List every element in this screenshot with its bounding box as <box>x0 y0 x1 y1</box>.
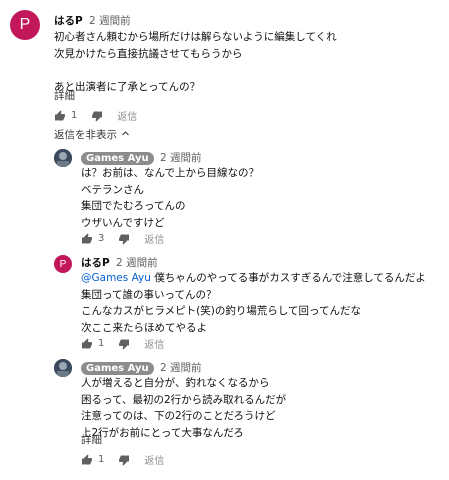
author-name[interactable]: Games Ayu <box>81 362 154 375</box>
comment-text: は？お前は、なんで上から目線なの？ ベテランさん 集団でたむろってんの ウザいん… <box>81 165 259 231</box>
comment-line: ベテランさん <box>81 183 144 196</box>
hide-replies-toggle[interactable]: 返信を非表示 <box>54 127 130 142</box>
author-name[interactable]: はるP <box>81 257 110 269</box>
avatar[interactable] <box>54 359 72 377</box>
comment-actions: 1 返信 <box>54 108 137 123</box>
reply-button[interactable]: 返信 <box>117 108 137 123</box>
comment-header: はるP 2 週間前 <box>54 13 131 28</box>
comment-line: 注意ってのは、下の2行のことだろうけど <box>81 410 276 422</box>
thumbs-up-icon[interactable] <box>81 338 93 350</box>
thumbs-down-icon[interactable] <box>91 110 103 122</box>
comment-line: @Games Ayu 僕ちゃんのやってる事がカスすぎるんで注意してるんだよ <box>81 270 426 287</box>
comment-line: 集団でたむろってんの <box>81 200 186 212</box>
thumbs-up-icon[interactable] <box>81 454 93 466</box>
comment-line-text: 僕ちゃんのやってる事がカスすぎるんで注意してるんだよ <box>154 272 426 284</box>
comment-line: こんなカスがヒラメピト(笑)の釣り場荒らして回ってんだな <box>81 305 362 317</box>
comment-text: 人が増えると自分が、釣れなくなるから 困るって、最初の2行から読み取れるんだが … <box>81 375 286 441</box>
comment-text: @Games Ayu 僕ちゃんのやってる事がカスすぎるんで注意してるんだよ 集団… <box>81 270 426 336</box>
comment-line: は？お前は、なんで上から目線なの？ <box>81 167 259 179</box>
comment-line: 次ここ来たらほめてやるよ <box>81 321 207 334</box>
comment-actions: 3 返信 <box>81 231 164 246</box>
mention-link[interactable]: @Games Ayu <box>81 272 151 284</box>
thumbs-down-icon[interactable] <box>118 233 130 245</box>
comment-line: あと出演者に了承とってんの？ <box>54 80 201 93</box>
timestamp[interactable]: 2 週間前 <box>160 152 202 164</box>
timestamp[interactable]: 2 週間前 <box>89 15 131 27</box>
chevron-up-icon <box>121 129 130 141</box>
avatar-image <box>54 359 72 377</box>
reply-button[interactable]: 返信 <box>144 231 164 246</box>
thumbs-down-icon[interactable] <box>118 338 130 350</box>
thumbs-down-icon[interactable] <box>118 454 130 466</box>
comment-line: 次見かけたら直接抗議させてもらうから <box>54 47 243 60</box>
like-count: 1 <box>98 454 105 465</box>
avatar-letter: P <box>19 16 31 33</box>
timestamp[interactable]: 2 週間前 <box>160 362 202 374</box>
comment-actions: 1 返信 <box>81 452 164 467</box>
comment-line: ウザいんですけど <box>81 216 165 229</box>
thumbs-up-icon[interactable] <box>81 233 93 245</box>
comment-line: 上2行がお前にとって大事なんだろ <box>81 426 244 439</box>
comment-line: 集団って誰の事いってんの？ <box>81 288 217 301</box>
author-name[interactable]: はるP <box>54 15 83 27</box>
hide-replies-label: 返信を非表示 <box>54 129 117 141</box>
like-count: 1 <box>71 110 78 121</box>
comment-line: 困るって、最初の2行から読み取れるんだが <box>81 393 287 406</box>
like-count: 3 <box>98 233 105 244</box>
timestamp[interactable]: 2 週間前 <box>116 257 158 269</box>
comment-text: 初心者さん頼むから場所だけは解らないように編集してくれ 次見かけたら直接抗議させ… <box>54 29 337 95</box>
reply-button[interactable]: 返信 <box>144 452 164 467</box>
comment-header: はるP 2 週間前 <box>81 255 158 270</box>
thumbs-up-icon[interactable] <box>54 110 66 122</box>
read-more-link[interactable]: 詳細 <box>54 88 75 103</box>
avatar[interactable]: P <box>10 10 40 40</box>
avatar-letter: P <box>59 258 67 270</box>
comment-header: Games Ayu 2 週間前 <box>81 360 202 375</box>
comment-header: Games Ayu 2 週間前 <box>81 150 202 165</box>
avatar-image <box>54 149 72 167</box>
read-more-link[interactable]: 詳細 <box>81 432 102 447</box>
avatar[interactable] <box>54 149 72 167</box>
avatar[interactable]: P <box>54 255 72 273</box>
comment-line: 人が増えると自分が、釣れなくなるから <box>81 377 270 389</box>
comment-line: 初心者さん頼むから場所だけは解らないように編集してくれ <box>54 31 337 43</box>
comment-line <box>54 62 337 79</box>
comment-actions: 1 返信 <box>81 336 164 351</box>
author-name[interactable]: Games Ayu <box>81 152 154 165</box>
reply-button[interactable]: 返信 <box>144 336 164 351</box>
like-count: 1 <box>98 338 105 349</box>
